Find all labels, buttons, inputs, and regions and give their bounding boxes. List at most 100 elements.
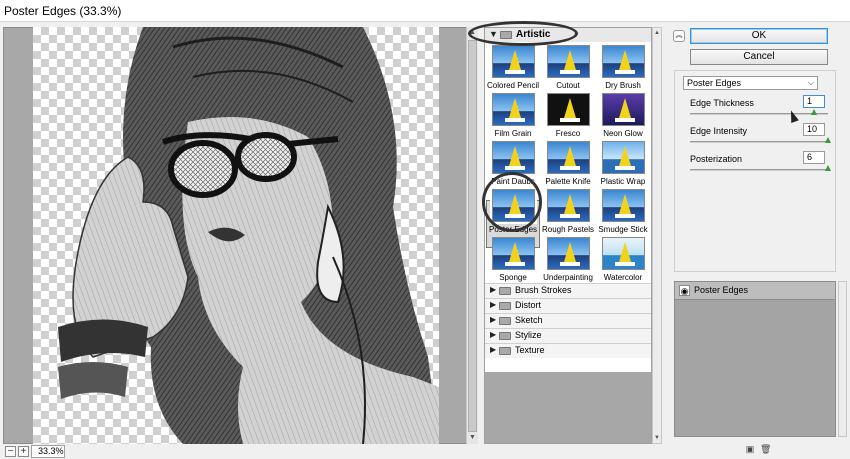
filter-thumb[interactable]: Palette Knife	[541, 141, 595, 186]
zoom-in-button[interactable]: +	[18, 446, 29, 457]
filter-preview-image	[546, 93, 590, 126]
category-distort[interactable]: ▶ Distort	[485, 298, 651, 313]
filter-gallery: ▼ Artistic Colored Pencil Cutout Dry Bru…	[484, 27, 652, 444]
filter-name: Plastic Wrap	[600, 177, 646, 186]
effect-layers-panel: ◉ Poster Edges	[674, 281, 836, 437]
filter-preview-image	[601, 237, 645, 270]
filter-thumb[interactable]: Film Grain	[486, 93, 540, 138]
chevron-right-icon[interactable]: ▶	[490, 300, 496, 309]
highlight-ring-artistic	[468, 21, 578, 46]
filter-preview-image	[546, 141, 590, 174]
folder-icon	[499, 347, 511, 355]
category-label: Sketch	[515, 315, 543, 325]
edge-intensity-knob[interactable]	[825, 137, 831, 143]
preview-scrollbar[interactable]: ▲ ▼	[466, 27, 478, 444]
cancel-button[interactable]: Cancel	[690, 49, 828, 65]
layers-scrollbar[interactable]	[838, 281, 847, 437]
chevron-right-icon[interactable]: ▶	[490, 315, 496, 324]
filter-name: Underpainting	[543, 273, 593, 282]
chevron-right-icon[interactable]: ▶	[490, 330, 496, 339]
zoom-value[interactable]: 33.3%	[31, 445, 65, 458]
ok-button[interactable]: OK	[690, 28, 828, 44]
category-texture[interactable]: ▶ Texture	[485, 343, 651, 358]
folder-icon	[499, 332, 511, 340]
posterization-knob[interactable]	[825, 165, 831, 171]
category-label: Stylize	[515, 330, 542, 340]
filter-thumb[interactable]: Cutout	[541, 45, 595, 90]
preview-image[interactable]	[33, 27, 439, 444]
edge-thickness-input[interactable]: 1	[803, 95, 825, 108]
folder-icon	[499, 317, 511, 325]
filter-name: Film Grain	[494, 129, 532, 138]
filter-preview-image	[601, 93, 645, 126]
category-sketch[interactable]: ▶ Sketch	[485, 313, 651, 328]
layer-actions: ▣ 🗑	[743, 443, 823, 457]
filter-name: Neon Glow	[603, 129, 643, 138]
filter-name: Watercolor	[603, 273, 643, 282]
filter-name: Rough Pastels	[541, 225, 595, 234]
category-brush-strokes[interactable]: ▶ Brush Strokes	[485, 283, 651, 298]
scroll-down-icon[interactable]: ▼	[467, 432, 478, 444]
filter-select-value: Poster Edges	[687, 78, 742, 88]
effect-layer-label: Poster Edges	[694, 285, 749, 295]
scroll-thumb[interactable]	[468, 40, 477, 432]
filter-thumb[interactable]: Colored Pencil	[486, 45, 540, 90]
eye-icon[interactable]: ◉	[679, 285, 690, 296]
filter-thumb[interactable]: Rough Pastels	[541, 189, 595, 234]
filter-thumb[interactable]: Neon Glow	[596, 93, 650, 138]
double-chevron-up-icon[interactable]: ︽	[673, 30, 685, 42]
posterization-slider[interactable]	[690, 169, 828, 171]
edge-intensity-input[interactable]: 10	[803, 123, 825, 136]
filter-name: Colored Pencil	[486, 81, 540, 90]
trash-icon[interactable]: 🗑	[760, 444, 771, 454]
filter-thumb[interactable]: Sponge	[486, 237, 540, 282]
edge-thickness-slider[interactable]	[690, 113, 828, 115]
scroll-up-icon[interactable]: ▲	[653, 30, 661, 36]
filter-name: Fresco	[555, 129, 581, 138]
folder-icon	[499, 302, 511, 310]
filter-thumb[interactable]: Underpainting	[541, 237, 595, 282]
filter-preview-image	[601, 189, 645, 222]
gallery-empty-area	[485, 372, 651, 443]
category-label: Brush Strokes	[515, 285, 572, 295]
woman-portrait-image	[58, 27, 439, 444]
filter-preview-image	[601, 141, 645, 174]
filter-thumb[interactable]: Watercolor	[596, 237, 650, 282]
filter-select[interactable]: Poster Edges ⌵	[683, 76, 818, 90]
edge-thickness-label: Edge Thickness	[690, 98, 754, 108]
category-label: Distort	[515, 300, 542, 310]
edge-intensity-label: Edge Intensity	[690, 126, 748, 136]
filter-name: Palette Knife	[545, 177, 591, 186]
title-bar: Poster Edges (33.3%)	[0, 0, 850, 22]
chevron-right-icon[interactable]: ▶	[490, 345, 496, 354]
category-stylize[interactable]: ▶ Stylize	[485, 328, 651, 343]
zoom-out-button[interactable]: −	[5, 446, 16, 457]
filter-preview-image	[491, 141, 535, 174]
filter-settings-panel: Poster Edges ⌵ Edge Thickness 1 Edge Int…	[674, 70, 836, 272]
filter-preview-image	[491, 237, 535, 270]
filter-preview-image	[546, 189, 590, 222]
chevron-down-icon[interactable]: ⌵	[808, 77, 814, 89]
filter-name: Cutout	[556, 81, 580, 90]
chevron-right-icon[interactable]: ▶	[490, 285, 496, 294]
filter-preview-image	[601, 45, 645, 78]
filter-name: Dry Brush	[605, 81, 641, 90]
filter-thumb[interactable]: Dry Brush	[596, 45, 650, 90]
edge-intensity-slider[interactable]	[690, 141, 828, 143]
new-layer-icon[interactable]: ▣	[745, 444, 755, 454]
filter-thumb[interactable]: Smudge Stick	[596, 189, 650, 234]
scroll-down-icon[interactable]: ▼	[653, 435, 661, 441]
effect-layer-row[interactable]: ◉ Poster Edges	[675, 282, 835, 300]
posterization-input[interactable]: 6	[803, 151, 825, 164]
filter-name: Smudge Stick	[598, 225, 648, 234]
folder-icon	[499, 287, 511, 295]
filter-name: Sponge	[499, 273, 527, 282]
edge-thickness-knob[interactable]	[811, 109, 818, 115]
filter-preview-image	[546, 45, 590, 78]
filter-thumb[interactable]: Plastic Wrap	[596, 141, 650, 186]
filter-preview-image	[546, 237, 590, 270]
zoom-bar: − + 33.3%	[3, 444, 478, 459]
filter-thumb[interactable]: Fresco	[541, 93, 595, 138]
posterization-label: Posterization	[690, 154, 743, 164]
gallery-scrollbar[interactable]: ▲ ▼	[652, 27, 662, 444]
